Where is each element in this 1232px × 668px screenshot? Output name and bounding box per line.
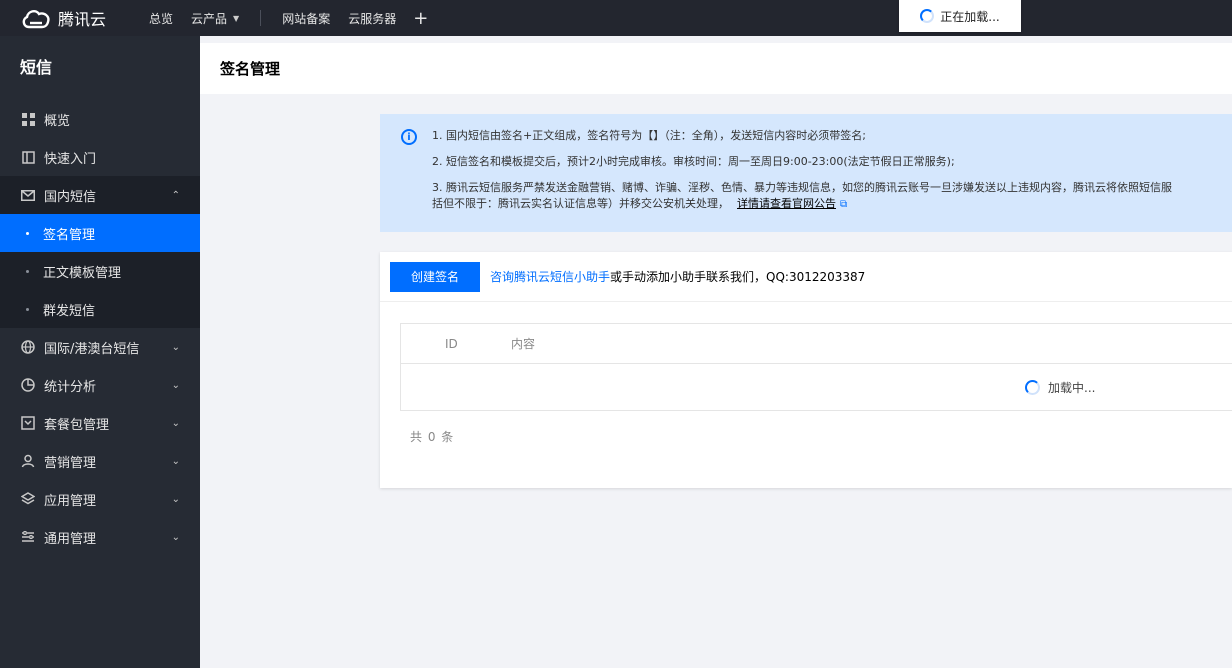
assistant-link[interactable]: 咨询腾讯云短信小助手 bbox=[490, 270, 610, 284]
chevron-down-icon: ⌄ bbox=[171, 531, 180, 543]
sidebar-item-package[interactable]: 套餐包管理 ⌄ bbox=[0, 404, 200, 442]
sidebar-item-label: 统计分析 bbox=[44, 379, 97, 395]
total-count: 共 0 条 bbox=[410, 430, 455, 444]
sidebar-item-stats[interactable]: 统计分析 ⌄ bbox=[0, 366, 200, 404]
globe-icon bbox=[20, 339, 36, 355]
notice-line-text: 括但不限于：腾讯云实名认证信息等）并移交公安机关处理， bbox=[432, 197, 729, 210]
nav-icp-label: 网站备案 bbox=[282, 11, 331, 26]
table-header: ID 内容 bbox=[401, 324, 1232, 364]
sidebar-item-label: 国内短信 bbox=[44, 189, 97, 205]
bullet-icon bbox=[26, 231, 29, 235]
info-icon: i bbox=[401, 129, 417, 145]
chevron-up-icon: ⌃ bbox=[171, 189, 180, 201]
sidebar-item-label: 应用管理 bbox=[44, 493, 97, 509]
signature-card: 创建签名 咨询腾讯云短信小助手或手动添加小助手联系我们，QQ:301220338… bbox=[380, 252, 1232, 488]
book-icon bbox=[20, 149, 36, 165]
pie-chart-icon bbox=[20, 377, 36, 393]
sidebar-item-app-mgmt[interactable]: 应用管理 ⌄ bbox=[0, 480, 200, 518]
nav-overview[interactable]: 总览 bbox=[140, 0, 182, 36]
sidebar-item-domestic[interactable]: 国内短信 ⌃ bbox=[0, 176, 200, 214]
chevron-down-icon: ⌄ bbox=[171, 379, 180, 391]
nav-products[interactable]: 云产品 ▼ bbox=[182, 0, 248, 36]
cloud-logo-icon bbox=[22, 9, 50, 29]
sidebar-item-label: 正文模板管理 bbox=[43, 265, 122, 281]
card-toolbar: 创建签名 咨询腾讯云短信小助手或手动添加小助手联系我们，QQ:301220338… bbox=[380, 252, 1232, 302]
sidebar-item-template-mgmt[interactable]: 正文模板管理 bbox=[0, 252, 200, 290]
table-body: 加载中... bbox=[401, 364, 1232, 410]
sidebar-submenu-domestic: 签名管理 正文模板管理 群发短信 bbox=[0, 214, 200, 328]
sidebar-item-label: 通用管理 bbox=[44, 531, 97, 547]
add-shortcut-icon[interactable]: + bbox=[413, 8, 428, 29]
column-header-id: ID bbox=[445, 336, 458, 351]
sidebar-item-sign-mgmt[interactable]: 签名管理 bbox=[0, 214, 200, 252]
grid-icon bbox=[20, 111, 36, 127]
notice-line: 2. 短信签名和模板提交后，预计2小时完成审核。审核时间：周一至周日9:00-2… bbox=[432, 155, 955, 168]
notice-line: 3. 腾讯云短信服务严禁发送金融营销、赌博、诈骗、淫秽、色情、暴力等违规信息，如… bbox=[432, 181, 1172, 194]
sidebar-item-label: 套餐包管理 bbox=[44, 417, 110, 433]
nav-products-label: 云产品 bbox=[191, 11, 228, 26]
loading-toast: 正在加载... bbox=[899, 0, 1021, 32]
nav-cvm-label: 云服务器 bbox=[348, 11, 397, 26]
brand-name: 腾讯云 bbox=[58, 10, 107, 29]
nav-cvm[interactable]: 云服务器 bbox=[339, 0, 405, 36]
mail-icon bbox=[20, 187, 36, 203]
bullet-icon bbox=[26, 307, 29, 311]
chevron-down-icon: ▼ bbox=[233, 13, 240, 23]
sliders-icon bbox=[20, 529, 36, 545]
page-title: 签名管理 bbox=[200, 43, 1232, 94]
external-link-icon: ⧉ bbox=[840, 199, 848, 210]
layers-icon bbox=[20, 491, 36, 507]
spinner-icon bbox=[1025, 379, 1040, 395]
sidebar-title: 短信 bbox=[20, 58, 53, 77]
chevron-down-icon: ⌄ bbox=[171, 417, 180, 429]
top-navbar: 腾讯云 总览 云产品 ▼ 网站备案 云服务器 + bbox=[0, 0, 1232, 36]
sidebar-item-label: 营销管理 bbox=[44, 455, 97, 471]
sidebar-item-international[interactable]: 国际/港澳台短信 ⌄ bbox=[0, 328, 200, 366]
table-loading-text: 加载中... bbox=[1048, 380, 1096, 395]
sidebar-item-label: 快速入门 bbox=[44, 151, 97, 167]
nav-icp[interactable]: 网站备案 bbox=[273, 0, 339, 36]
notice-line: 1. 国内短信由签名+正文组成，签名符号为【】（注：全角），发送短信内容时必须带… bbox=[432, 129, 866, 142]
sidebar-item-label: 群发短信 bbox=[43, 303, 96, 319]
column-header-content: 内容 bbox=[511, 337, 536, 351]
assistant-hint-text: 或手动添加小助手联系我们，QQ:3012203387 bbox=[610, 270, 866, 284]
notice-banner: i 1. 国内短信由签名+正文组成，签名符号为【】（注：全角），发送短信内容时必… bbox=[380, 114, 1232, 232]
chevron-down-icon: ⌄ bbox=[171, 341, 180, 353]
signature-table: ID 内容 加载中... bbox=[400, 323, 1232, 411]
package-icon bbox=[20, 415, 36, 431]
loading-toast-text: 正在加载... bbox=[940, 9, 1000, 24]
nav-overview-label: 总览 bbox=[149, 11, 174, 26]
chevron-down-icon: ⌄ bbox=[171, 455, 180, 467]
sidebar-item-quickstart[interactable]: 快速入门 bbox=[0, 138, 200, 176]
sidebar-item-label: 概览 bbox=[44, 113, 71, 129]
brand-logo[interactable]: 腾讯云 bbox=[20, 0, 106, 36]
user-icon bbox=[20, 453, 36, 469]
nav-divider bbox=[260, 10, 262, 26]
assistant-hint: 咨询腾讯云短信小助手或手动添加小助手联系我们，QQ:3012203387 bbox=[490, 268, 865, 285]
sidebar-item-bulk-sms[interactable]: 群发短信 bbox=[0, 290, 200, 328]
bullet-icon bbox=[26, 269, 29, 273]
sidebar-item-overview[interactable]: 概览 bbox=[0, 100, 200, 138]
sidebar: 短信 概览 快速入门 国内短信 ⌃ 签名管理 正文模板管理 群发短信 国际/港澳… bbox=[0, 36, 200, 668]
notice-line-cont: 括但不限于：腾讯云实名认证信息等）并移交公安机关处理， 详情请查看官网公告 ⧉ bbox=[432, 196, 1232, 213]
create-signature-button[interactable]: 创建签名 bbox=[390, 261, 480, 292]
spinner-icon bbox=[920, 9, 935, 23]
sidebar-item-marketing[interactable]: 营销管理 ⌄ bbox=[0, 442, 200, 480]
sidebar-item-label: 国际/港澳台短信 bbox=[44, 341, 140, 357]
announcement-link[interactable]: 详情请查看官网公告 bbox=[737, 197, 836, 210]
top-nav: 总览 云产品 ▼ 网站备案 云服务器 + bbox=[140, 0, 428, 36]
chevron-down-icon: ⌄ bbox=[171, 493, 180, 505]
sidebar-item-label: 签名管理 bbox=[43, 227, 96, 243]
sidebar-item-general[interactable]: 通用管理 ⌄ bbox=[0, 518, 200, 556]
